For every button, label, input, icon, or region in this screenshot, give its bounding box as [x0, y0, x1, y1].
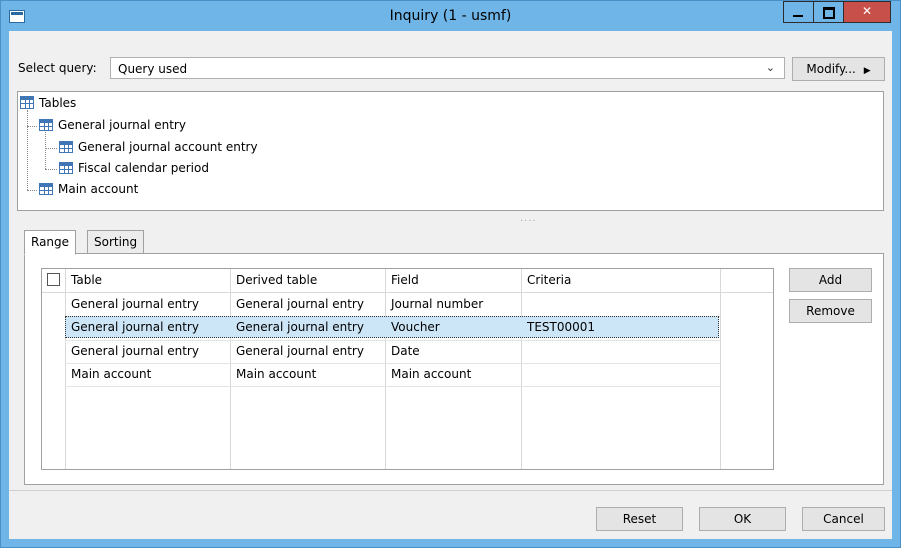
tables-tree: Tables General journal entry General jou… [17, 91, 884, 211]
window-title: Inquiry (1 - usmf) [389, 8, 512, 24]
table-row-cell[interactable]: Journal number [391, 297, 483, 311]
tree-connector [45, 132, 46, 169]
table-row-cell[interactable]: Main account [71, 367, 151, 381]
table-row-cell[interactable]: General journal entry [236, 297, 364, 311]
table-row-cell[interactable]: TEST00001 [527, 320, 595, 334]
minimize-button[interactable] [783, 1, 813, 23]
table-row-cell[interactable]: Main account [236, 367, 316, 381]
ok-button[interactable]: OK [699, 507, 786, 531]
tree-node-label: General journal entry [58, 118, 186, 132]
tree-node-label: Main account [58, 182, 139, 196]
grid-column-divider [521, 269, 522, 469]
remove-button[interactable]: Remove [789, 299, 872, 323]
column-header-derived-table[interactable]: Derived table [236, 273, 317, 287]
table-icon [39, 183, 53, 195]
tree-connector [45, 148, 57, 149]
select-query-dropdown[interactable]: Query used ⌄ [110, 57, 785, 79]
tab-range[interactable]: Range [24, 230, 77, 255]
table-row-cell[interactable]: Main account [391, 367, 471, 381]
chevron-down-icon: ⌄ [765, 61, 775, 74]
column-header-criteria[interactable]: Criteria [527, 273, 571, 287]
range-tab-panel: Table Derived table Field Criteria Gener… [24, 253, 884, 485]
footer-divider [9, 490, 892, 491]
select-all-checkbox[interactable] [47, 273, 60, 286]
select-query-value: Query used [118, 62, 188, 76]
table-row-cell[interactable]: Date [391, 344, 420, 358]
title-bar[interactable]: Inquiry (1 - usmf) ✕ [1, 1, 900, 31]
dialog-body: Select query: Query used ⌄ Modify... ▶ T… [9, 31, 892, 539]
table-row-cell[interactable]: General journal entry [71, 320, 199, 334]
tables-icon [20, 96, 34, 109]
tree-node-label: Tables [39, 96, 77, 110]
column-header-table[interactable]: Table [71, 273, 102, 287]
column-header-field[interactable]: Field [391, 273, 419, 287]
close-icon: ✕ [861, 4, 873, 18]
minimize-icon [793, 15, 803, 17]
tree-node-label: General journal account entry [78, 140, 258, 154]
close-button[interactable]: ✕ [843, 1, 891, 23]
tree-node-label: Fiscal calendar period [78, 161, 209, 175]
tab-sorting[interactable]: Sorting [87, 230, 145, 254]
tree-connector [27, 190, 37, 191]
add-button[interactable]: Add [789, 268, 872, 292]
inquiry-window: Inquiry (1 - usmf) ✕ Select query: Query… [0, 0, 901, 548]
grid-row-divider [65, 340, 720, 341]
table-row-cell[interactable]: General journal entry [71, 344, 199, 358]
grid-column-divider [230, 269, 231, 469]
table-icon [59, 141, 73, 153]
tree-node-general-journal-account-entry[interactable]: General journal account entry [59, 140, 258, 154]
modify-button[interactable]: Modify... ▶ [792, 57, 885, 81]
range-grid: Table Derived table Field Criteria Gener… [41, 268, 774, 470]
maximize-icon [823, 7, 835, 19]
tree-root-tables[interactable]: Tables [20, 96, 76, 110]
grid-row-divider [65, 386, 720, 387]
table-row-cell[interactable]: Voucher [391, 320, 440, 334]
tree-connector [45, 169, 57, 170]
modify-button-label: Modify... [806, 62, 856, 76]
grid-column-divider [385, 269, 386, 469]
tree-connector [27, 126, 37, 127]
table-row-cell[interactable]: General journal entry [71, 297, 199, 311]
grid-row-divider [65, 363, 720, 364]
table-icon [39, 119, 53, 131]
maximize-button[interactable] [813, 1, 843, 23]
splitter-grip[interactable]: .... [520, 213, 537, 224]
grid-column-divider [720, 269, 721, 469]
tree-connector [27, 110, 28, 190]
submenu-arrow-icon: ▶ [863, 66, 871, 76]
tree-node-general-journal-entry[interactable]: General journal entry [39, 118, 186, 132]
tree-node-fiscal-calendar-period[interactable]: Fiscal calendar period [59, 161, 209, 175]
cancel-button[interactable]: Cancel [802, 507, 885, 531]
reset-button[interactable]: Reset [596, 507, 683, 531]
table-row-cell[interactable]: General journal entry [236, 344, 364, 358]
table-row-cell[interactable]: General journal entry [236, 320, 364, 334]
table-icon [59, 162, 73, 174]
select-query-label: Select query: [18, 61, 97, 75]
tree-node-main-account[interactable]: Main account [39, 182, 138, 196]
grid-column-divider [65, 269, 66, 469]
